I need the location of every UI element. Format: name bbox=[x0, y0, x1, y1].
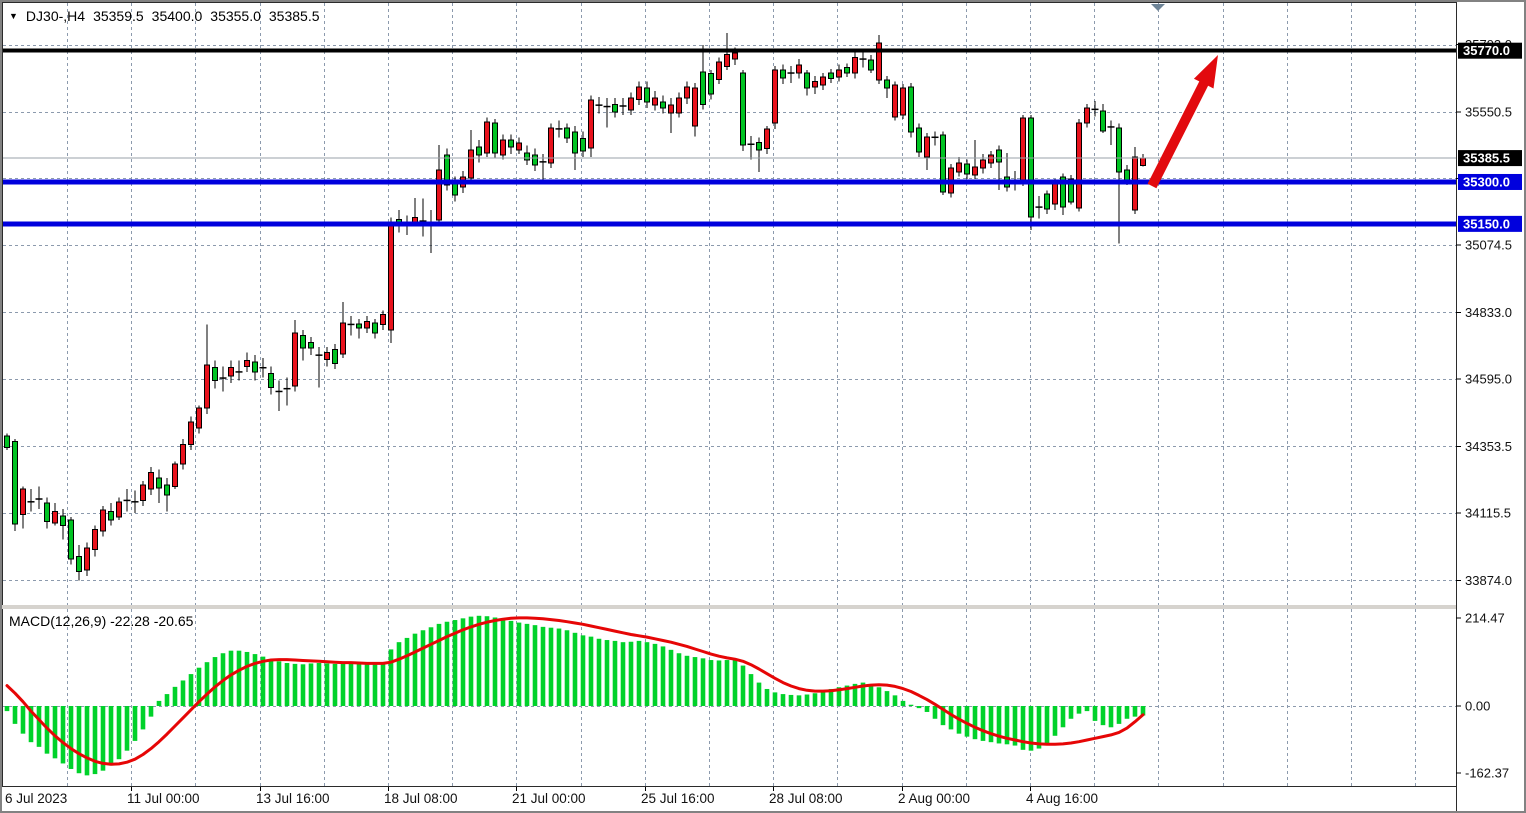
window-border bbox=[0, 0, 1526, 813]
chart-window: 35792.035550.535312.535074.534833.034595… bbox=[0, 0, 1526, 813]
